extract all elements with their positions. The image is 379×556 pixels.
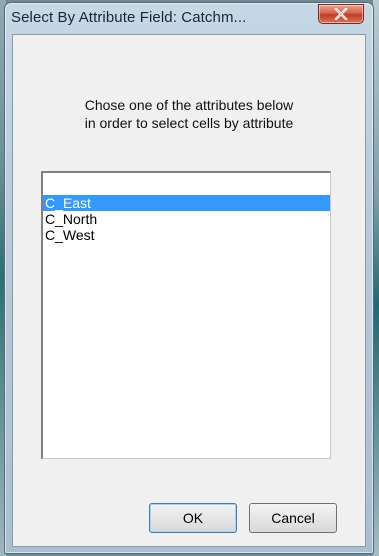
instruction-text: Chose one of the attributes below in ord… (13, 96, 365, 132)
list-item-c-east[interactable]: C_East (43, 195, 330, 211)
close-button[interactable] (318, 4, 364, 24)
list-item-c-north[interactable]: C_North (43, 211, 330, 227)
cancel-button[interactable]: Cancel (249, 503, 337, 533)
attribute-listbox[interactable]: C_East C_North C_West (41, 171, 331, 459)
list-item-empty[interactable] (43, 179, 330, 195)
title-bar[interactable]: Select By Attribute Field: Catchm... (5, 3, 373, 34)
instruction-line-2: in order to select cells by attribute (84, 115, 294, 131)
list-item-c-west[interactable]: C_West (43, 227, 330, 243)
window-title: Select By Attribute Field: Catchm... (11, 9, 247, 26)
dialog-client-area: Chose one of the attributes below in ord… (12, 34, 366, 547)
ok-button[interactable]: OK (149, 503, 237, 533)
select-by-attribute-dialog: Select By Attribute Field: Catchm... Cho… (4, 2, 374, 554)
instruction-line-1: Chose one of the attributes below (84, 97, 294, 113)
close-icon (334, 8, 348, 20)
